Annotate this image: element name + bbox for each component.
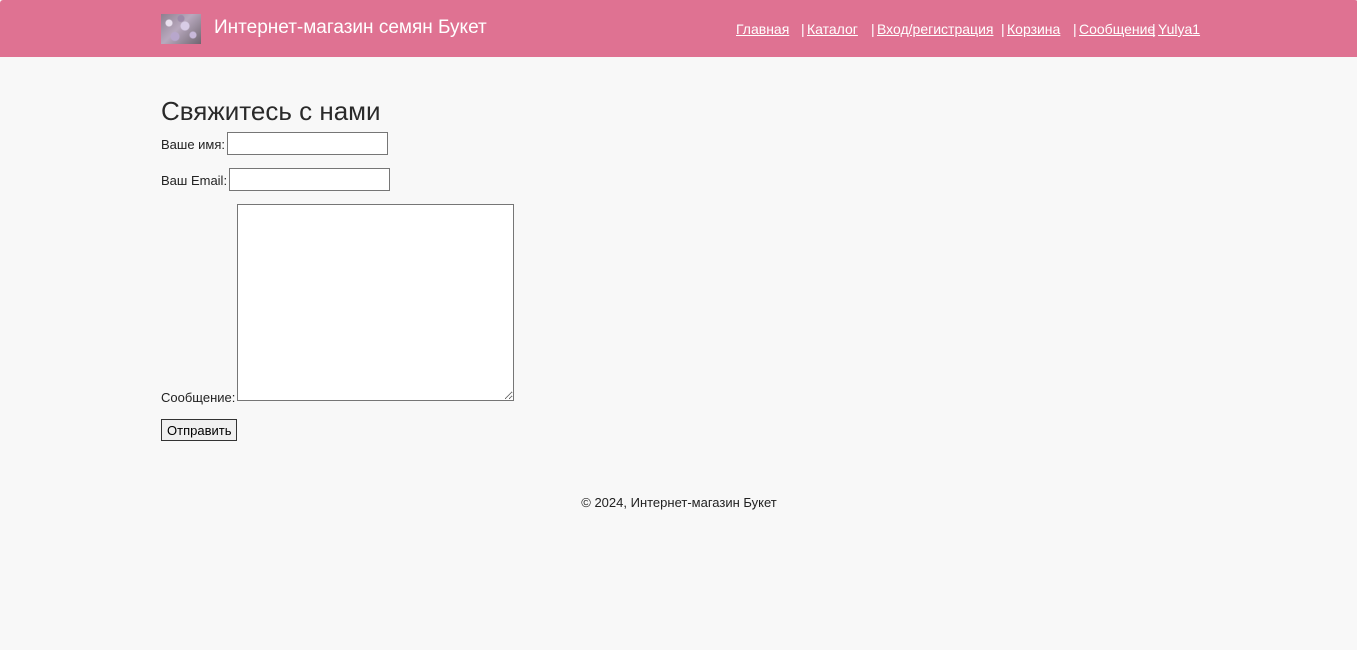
nav-link-message[interactable]: Сообщение bbox=[1079, 21, 1155, 37]
email-input[interactable] bbox=[229, 168, 390, 191]
nav-link-user[interactable]: Yulya1 bbox=[1158, 21, 1200, 37]
nav-separator: | bbox=[801, 21, 805, 37]
nav-link-catalog[interactable]: Каталог bbox=[807, 21, 858, 37]
site-header: Интернет-магазин семян Букет Главная | К… bbox=[0, 0, 1358, 57]
message-textarea[interactable] bbox=[237, 204, 514, 401]
nav-separator: | bbox=[1152, 21, 1156, 37]
nav-separator: | bbox=[1073, 21, 1077, 37]
message-label: Сообщение: bbox=[161, 390, 236, 405]
main-nav: Главная | Каталог | Вход/регистрация | К… bbox=[736, 21, 1206, 41]
nav-link-login[interactable]: Вход/регистрация bbox=[877, 21, 993, 37]
page-title: Свяжитесь с нами bbox=[161, 96, 381, 126]
nav-link-home[interactable]: Главная bbox=[736, 21, 789, 37]
name-label: Ваше имя: bbox=[161, 137, 226, 152]
nav-separator: | bbox=[1001, 21, 1005, 37]
name-input[interactable] bbox=[227, 132, 388, 155]
site-title: Интернет-магазин семян Букет bbox=[214, 17, 487, 38]
email-label: Ваш Email: bbox=[161, 173, 228, 188]
nav-separator: | bbox=[871, 21, 875, 37]
site-logo-image[interactable] bbox=[161, 14, 201, 44]
nav-link-cart[interactable]: Корзина bbox=[1007, 21, 1060, 37]
footer-copyright: © 2024, Интернет-магазин Букет bbox=[581, 495, 777, 510]
submit-button[interactable]: Отправить bbox=[161, 419, 238, 441]
